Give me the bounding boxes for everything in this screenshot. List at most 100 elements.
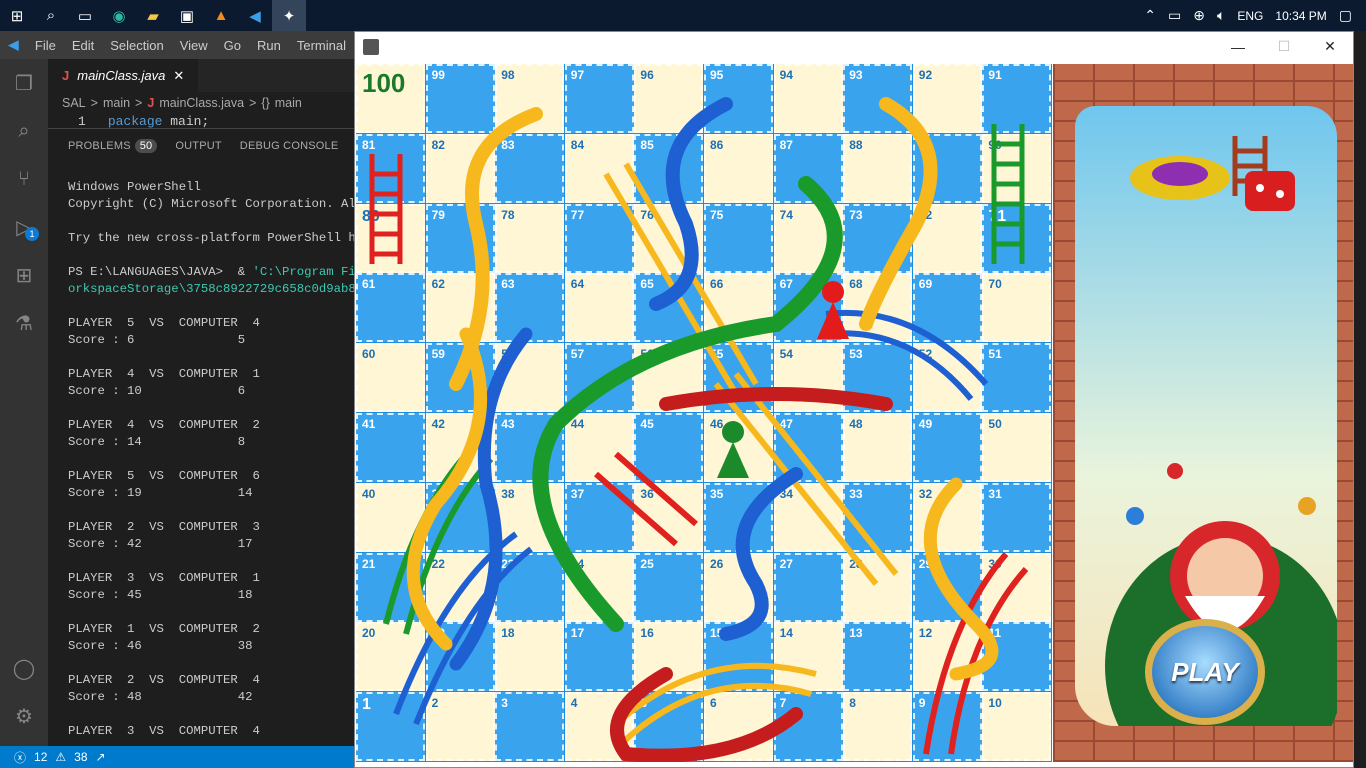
terminal-command-cont: orkspaceStorage\3758c8922729c658c0d9ab81… bbox=[68, 282, 371, 296]
breadcrumb-main[interactable]: main bbox=[275, 96, 302, 110]
terminal-prompt: PS E:\LANGUAGES\JAVA> & bbox=[68, 265, 253, 279]
language-indicator[interactable]: ENG bbox=[1237, 9, 1263, 23]
edge-icon[interactable]: ◉ bbox=[102, 0, 136, 31]
settings-gear-icon[interactable]: ⚙ bbox=[0, 692, 48, 740]
game-vs-line: PLAYER 1 VS COMPUTER 2 bbox=[68, 622, 260, 636]
terminal-line: Copyright (C) Microsoft Corporation. All bbox=[68, 197, 364, 211]
namespace-icon: {} bbox=[261, 96, 270, 110]
run-badge: 1 bbox=[25, 227, 39, 241]
clock[interactable]: 10:34 PM bbox=[1275, 9, 1326, 23]
search-icon[interactable]: ⌕ bbox=[34, 0, 68, 31]
tab-problems[interactable]: PROBLEMS 50 bbox=[68, 139, 158, 153]
extensions-icon[interactable]: ⊞ bbox=[0, 251, 48, 299]
java-file-icon: J bbox=[62, 68, 70, 83]
menu-bar: ◀ File Edit Selection View Go Run Termin… bbox=[0, 31, 354, 59]
logo-illustration bbox=[1130, 136, 1295, 211]
activity-bar: ❐ ⌕ ⑂ ▷ 1 ⊞ ⚗ ◯ ⚙ bbox=[0, 59, 48, 746]
game-vs-line: PLAYER 2 VS COMPUTER 3 bbox=[68, 520, 260, 534]
error-count[interactable]: 12 bbox=[34, 750, 47, 764]
source-control-icon[interactable]: ⑂ bbox=[0, 155, 48, 203]
taskbar: ⊞ ⌕ ▭ ◉ ▰ ▣ ▲ ◀ ✦ ⌃ ▭ ⊕ 🔈︎ ENG 10:34 PM … bbox=[0, 0, 1366, 31]
menu-selection[interactable]: Selection bbox=[102, 38, 171, 53]
tab-label: mainClass.java bbox=[77, 68, 166, 83]
tab-debug-console[interactable]: DEBUG CONSOLE bbox=[240, 140, 339, 152]
code-keyword: package bbox=[107, 114, 163, 128]
breadcrumb-main-folder[interactable]: main bbox=[103, 96, 130, 110]
tab-bar: J mainClass.java ✕ bbox=[48, 59, 354, 92]
close-icon[interactable]: ✕ bbox=[173, 68, 184, 84]
game-vs-line: PLAYER 5 VS COMPUTER 4 bbox=[68, 316, 260, 330]
breadcrumb-file[interactable]: mainClass.java bbox=[159, 96, 244, 110]
java-file-icon: J bbox=[147, 96, 155, 110]
menu-terminal[interactable]: Terminal bbox=[289, 38, 354, 53]
game-score-line: Score : 10 6 bbox=[68, 384, 246, 398]
menu-go[interactable]: Go bbox=[216, 38, 249, 53]
minimize-button[interactable]: — bbox=[1215, 32, 1261, 61]
volume-icon[interactable]: 🔈︎ bbox=[1217, 7, 1225, 24]
game-score-line: Score : 14 8 bbox=[68, 435, 246, 449]
terminal-line: Try the new cross-platform PowerShell ht… bbox=[68, 231, 371, 245]
game-window: — ☐ ✕ 10 9 8 7 6 5 4 3 2 1 11 12 13 14 15 16 17 18 19 20 30 2… bbox=[354, 31, 1354, 768]
terminal-output[interactable]: Windows PowerShell Copyright (C) Microso… bbox=[48, 163, 371, 740]
account-icon[interactable]: ◯ bbox=[0, 644, 48, 692]
tab-output[interactable]: OUTPUT bbox=[175, 140, 221, 152]
game-vs-line: PLAYER 5 VS COMPUTER 6 bbox=[68, 469, 260, 483]
game-vs-line: PLAYER 2 VS COMPUTER 4 bbox=[68, 673, 260, 687]
search-icon[interactable]: ⌕ bbox=[0, 107, 48, 155]
system-tray: ⌃ ▭ ⊕ 🔈︎ ENG 10:34 PM ▢ bbox=[1144, 0, 1366, 31]
error-icon[interactable]: ⓧ bbox=[14, 749, 26, 766]
game-score-line: Score : 42 17 bbox=[68, 537, 253, 551]
game-score-line: Score : 48 42 bbox=[68, 690, 253, 704]
task-view-icon[interactable]: ▭ bbox=[68, 0, 102, 31]
testing-icon[interactable]: ⚗ bbox=[0, 299, 48, 347]
store-icon[interactable]: ▣ bbox=[170, 0, 204, 31]
vlc-icon[interactable]: ▲ bbox=[204, 0, 238, 31]
game-vs-line: PLAYER 4 VS COMPUTER 2 bbox=[68, 418, 260, 432]
windows-start-icon[interactable]: ⊞ bbox=[0, 0, 34, 31]
menu-view[interactable]: View bbox=[172, 38, 216, 53]
breadcrumb-sal[interactable]: SAL bbox=[62, 96, 86, 110]
chevron-up-icon[interactable]: ⌃ bbox=[1144, 7, 1156, 24]
close-button[interactable]: ✕ bbox=[1307, 32, 1353, 61]
game-vs-line: PLAYER 3 VS COMPUTER 1 bbox=[68, 571, 260, 585]
game-vs-line: PLAYER 4 VS COMPUTER 1 bbox=[68, 367, 260, 381]
terminal-command: 'C:\Program File bbox=[252, 265, 371, 279]
menu-file[interactable]: File bbox=[27, 38, 64, 53]
menu-edit[interactable]: Edit bbox=[64, 38, 102, 53]
explorer-icon[interactable]: ❐ bbox=[0, 59, 48, 107]
game-score-line: Score : 45 18 bbox=[68, 588, 253, 602]
editor-area: J mainClass.java ✕ SAL > main > J mainCl… bbox=[48, 59, 371, 746]
java-app-icon[interactable]: ✦ bbox=[272, 0, 306, 31]
battery-icon[interactable]: ▭ bbox=[1168, 7, 1181, 24]
breadcrumb: SAL > main > J mainClass.java > {} main bbox=[48, 92, 354, 114]
game-score-line: Score : 19 14 bbox=[68, 486, 253, 500]
game-score-line: Score : 6 5 bbox=[68, 333, 246, 347]
game-score-line: Score : 46 38 bbox=[68, 639, 253, 653]
menu-run[interactable]: Run bbox=[249, 38, 289, 53]
java-app-icon bbox=[363, 38, 379, 55]
vscode-window: ◀ File Edit Selection View Go Run Termin… bbox=[0, 31, 371, 746]
warning-count[interactable]: 38 bbox=[74, 750, 87, 764]
tab-mainclass[interactable]: J mainClass.java ✕ bbox=[48, 59, 198, 92]
game-board[interactable]: 10 9 8 7 6 5 4 3 2 1 11 12 13 14 15 16 17 18 19 20 30 29 28 27 2… bbox=[356, 64, 1052, 762]
live-share-icon[interactable]: ↗ bbox=[96, 750, 106, 764]
network-icon[interactable]: ⊕ bbox=[1193, 7, 1205, 24]
play-button[interactable]: PLAY bbox=[1145, 619, 1265, 725]
notifications-icon[interactable]: ▢ bbox=[1339, 7, 1352, 24]
vscode-logo-icon: ◀ bbox=[8, 37, 19, 52]
maximize-button[interactable]: ☐ bbox=[1261, 32, 1307, 61]
title-bar: — ☐ ✕ bbox=[355, 32, 1353, 61]
board-art bbox=[356, 64, 1052, 762]
panel-tabs: PROBLEMS 50 OUTPUT DEBUG CONSOLE bbox=[48, 129, 354, 163]
breadcrumb-sep: > bbox=[135, 96, 143, 110]
breadcrumb-sep: > bbox=[90, 96, 98, 110]
run-debug-icon[interactable]: ▷ 1 bbox=[0, 203, 48, 251]
line-number: 1 bbox=[78, 114, 86, 128]
vscode-icon[interactable]: ◀ bbox=[238, 0, 272, 31]
file-explorer-icon[interactable]: ▰ bbox=[136, 0, 170, 31]
game-vs-line: PLAYER 3 VS COMPUTER 4 bbox=[68, 724, 260, 738]
warning-icon[interactable]: ⚠ bbox=[55, 750, 66, 764]
side-panel: PLAY bbox=[1053, 64, 1353, 762]
breadcrumb-sep: > bbox=[249, 96, 257, 110]
code-line[interactable]: 1 package main; bbox=[48, 114, 354, 128]
